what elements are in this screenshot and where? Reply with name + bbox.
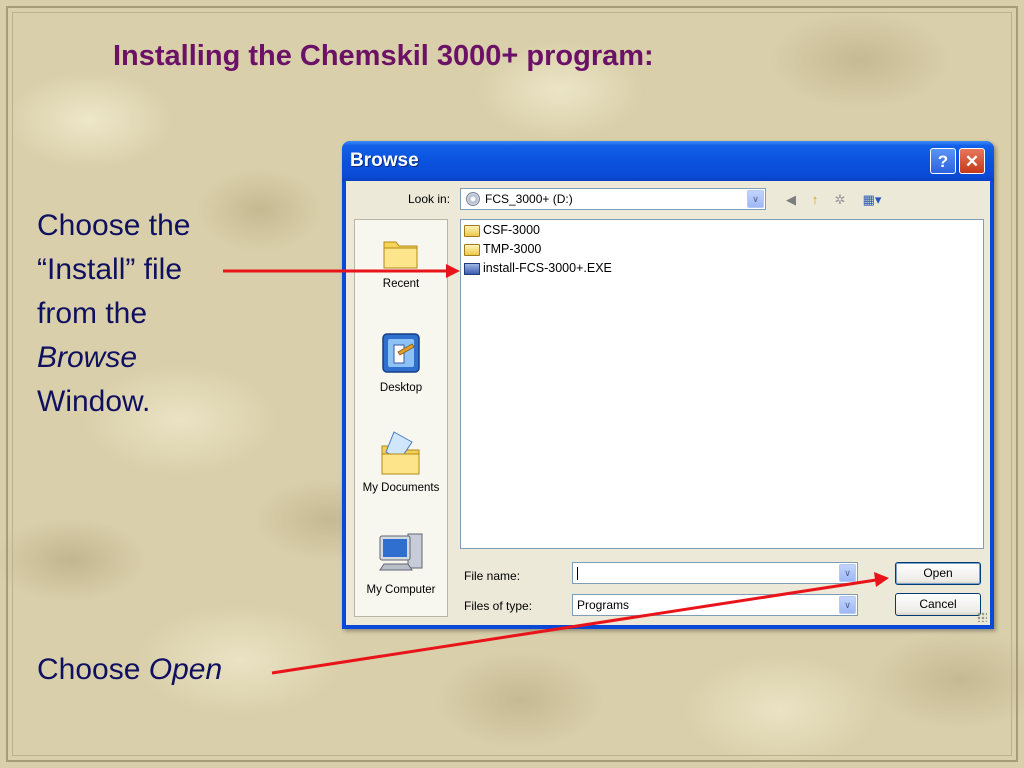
browse-dialog: Browse ? ✕ Look in: FCS_3000+ (D:) ∨ ◀ ↑… (342, 141, 994, 629)
slide: Installing the Chemskil 3000+ program: C… (0, 0, 1024, 768)
file-row-tmp-3000[interactable]: TMP-3000 (464, 242, 541, 260)
place-desktop[interactable]: Desktop (355, 330, 447, 394)
file-row-csf-3000[interactable]: CSF-3000 (464, 223, 540, 241)
dialog-titlebar[interactable]: Browse ? ✕ (342, 141, 994, 181)
file-type-label: Files of type: (464, 599, 533, 613)
install-caption-line: from the (37, 297, 148, 330)
text-caret (577, 567, 578, 580)
file-name: install-FCS-3000+.EXE (483, 261, 612, 275)
place-recent[interactable]: Recent (355, 232, 447, 290)
chevron-down-icon[interactable]: ∨ (747, 190, 764, 208)
place-label: My Documents (362, 482, 440, 494)
recent-folder-icon (383, 241, 418, 269)
chevron-down-icon[interactable]: ∨ (839, 564, 856, 582)
view-menu-icon[interactable]: ▦▾ (857, 191, 887, 209)
file-name-label: File name: (464, 569, 521, 583)
install-caption-line: Window. (37, 385, 151, 418)
look-in-value: FCS_3000+ (D:) (485, 192, 573, 206)
new-folder-icon[interactable]: ✲ (831, 191, 849, 209)
dialog-title: Browse (350, 150, 419, 171)
open-caption: Choose Open (37, 648, 222, 692)
install-caption-line: Choose the (37, 209, 191, 242)
place-label: My Computer (366, 584, 436, 596)
look-in-label: Look in: (408, 192, 451, 206)
cd-drive-icon (466, 192, 480, 206)
install-caption-emphasis: Browse (37, 341, 138, 374)
folder-icon (464, 224, 480, 237)
place-label: Desktop (379, 382, 423, 394)
folder-icon (464, 243, 480, 256)
file-name-field[interactable]: ∨ (572, 562, 858, 584)
exe-icon (464, 262, 480, 275)
open-caption-emphasis: Open (148, 653, 223, 686)
up-folder-icon[interactable]: ↑ (806, 191, 824, 209)
slide-title: Installing the Chemskil 3000+ program: (113, 40, 654, 72)
file-type-value: Programs (577, 598, 630, 612)
open-button[interactable]: Open (895, 562, 981, 585)
my-computer-icon (379, 533, 423, 571)
desktop-icon (382, 333, 420, 373)
my-documents-icon (381, 431, 420, 475)
file-name: CSF-3000 (483, 223, 540, 237)
file-type-dropdown[interactable]: Programs ∨ (572, 594, 858, 616)
place-label: Recent (382, 278, 420, 290)
install-caption: Choose the “Install” file from the Brows… (37, 204, 237, 424)
back-icon[interactable]: ◀ (782, 191, 800, 209)
install-caption-line: “Install” file (37, 253, 183, 286)
chevron-down-icon[interactable]: ∨ (839, 596, 856, 614)
close-button[interactable]: ✕ (959, 148, 985, 174)
places-bar: Recent Desktop My Documents My Computer (354, 219, 448, 617)
place-my-documents[interactable]: My Documents (355, 428, 447, 494)
help-button[interactable]: ? (930, 148, 956, 174)
file-name: TMP-3000 (483, 242, 542, 256)
dialog-client: Look in: FCS_3000+ (D:) ∨ ◀ ↑ ✲ ▦▾ Recen… (346, 181, 990, 625)
place-my-computer[interactable]: My Computer (355, 528, 447, 596)
file-row-install-exe[interactable]: install-FCS-3000+.EXE (464, 261, 612, 279)
open-caption-prefix: Choose (37, 653, 141, 686)
cancel-button[interactable]: Cancel (895, 593, 981, 616)
resize-grip-icon[interactable] (977, 612, 987, 622)
look-in-dropdown[interactable]: FCS_3000+ (D:) ∨ (460, 188, 766, 210)
file-list[interactable]: CSF-3000 TMP-3000 install-FCS-3000+.EXE (460, 219, 984, 549)
